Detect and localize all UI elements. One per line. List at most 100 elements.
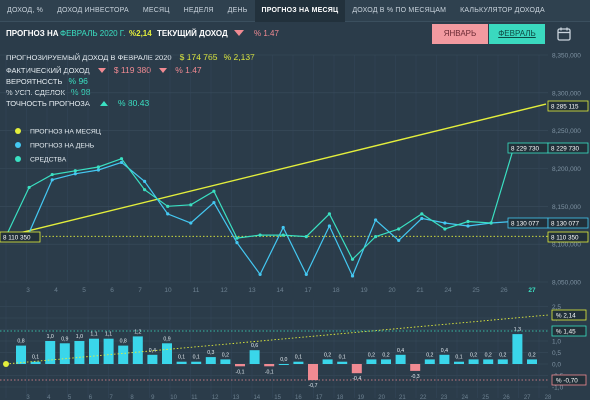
actual-income-value: $ 119 380 <box>113 65 151 75</box>
series-point <box>304 235 308 239</box>
x-tick-label: 14 <box>276 287 284 294</box>
x-tick-label: 9 <box>151 395 155 400</box>
bar-value-label: 0,2 <box>528 352 535 358</box>
x-tick-label: 27 <box>528 287 536 294</box>
x-tick-label: 19 <box>357 395 364 400</box>
bar <box>249 350 260 364</box>
actual-income-pct: % 1.47 <box>175 65 202 75</box>
bar <box>424 359 435 364</box>
legend-marker <box>15 128 21 134</box>
x-tick-label: 17 <box>304 287 312 294</box>
tab-calculator[interactable]: КАЛЬКУЛЯТОР ДОХОДА <box>453 0 552 22</box>
series-point <box>96 168 100 172</box>
value-tag-label: 8 130 077 <box>551 221 580 228</box>
actual-income-label: ФАКТИЧЕСКИЙ ДОХОД <box>6 66 90 75</box>
bar-value-label: 1,0 <box>47 334 54 340</box>
series-point <box>27 231 31 235</box>
value-tag-label: 8 110 350 <box>551 235 579 242</box>
series-point <box>4 234 8 238</box>
x-tick-label: 23 <box>441 395 448 400</box>
bar <box>162 343 172 364</box>
series-point <box>143 188 147 192</box>
value-tag <box>0 231 41 243</box>
february-button[interactable]: ФЕВРАЛЬ <box>489 24 545 44</box>
bar-value-label: 0,1 <box>178 355 185 361</box>
series-point <box>27 185 31 190</box>
tab-month[interactable]: МЕСЯЦ <box>136 0 177 22</box>
bar-value-label: 0,8 <box>17 339 24 345</box>
y-tick-label: 2,5 <box>552 304 561 311</box>
series-point <box>489 221 493 225</box>
value-tag <box>547 142 589 154</box>
bar <box>351 364 362 374</box>
x-tick-label: 18 <box>337 395 344 400</box>
bar <box>395 354 406 364</box>
series-point <box>512 219 516 224</box>
x-tick-label: 17 <box>316 395 323 400</box>
x-tick-label: 21 <box>399 395 406 400</box>
series-point <box>166 204 170 208</box>
forecast-income-row: ПРОГНОЗИРУЕМЫЙ ДОХОД В ФЕВРАЛЕ 2020 $ 17… <box>6 52 255 62</box>
bar <box>337 361 348 364</box>
series-point <box>420 216 424 221</box>
bar <box>366 359 377 364</box>
accuracy-row: ТОЧНОСТЬ ПРОГНОЗА % 80.43 <box>6 98 149 108</box>
accuracy-value: % 80.43 <box>118 98 150 108</box>
january-button[interactable]: ЯНВАРЬ <box>432 24 488 44</box>
y-tick-label: 8,200,000 <box>552 166 581 173</box>
tab-month-forecast[interactable]: ПРОГНОЗ НА МЕСЯЦ <box>254 0 346 22</box>
x-tick-label: 3 <box>26 395 30 400</box>
series-point <box>327 224 331 228</box>
bar-value-label: 0,1 <box>295 355 302 361</box>
value-tag-label: 8 285 115 <box>551 104 579 111</box>
series-point <box>304 272 308 277</box>
series-point <box>258 272 262 277</box>
x-tick-label: 16 <box>295 395 302 400</box>
series-point <box>96 165 100 169</box>
value-tag-label: 8 229 730 <box>511 146 540 153</box>
tab-income-pct[interactable]: ДОХОД, % <box>0 0 50 22</box>
series-line-2 <box>5 161 515 278</box>
series-point <box>235 241 239 245</box>
bar <box>45 341 56 364</box>
down-arrow-icon <box>234 30 244 36</box>
bar <box>147 354 158 364</box>
x-tick-label: 14 <box>253 395 260 400</box>
bar <box>308 364 318 381</box>
legend-marker <box>15 156 21 162</box>
bar <box>278 364 289 365</box>
tab-investor-income[interactable]: ДОХОД ИНВЕСТОРА <box>50 0 136 22</box>
y-tick-label: 0,5 <box>552 350 561 357</box>
deals-value: % 98 <box>71 87 91 97</box>
series-line-1 <box>5 103 547 237</box>
bar-value-label: 1,0 <box>76 334 83 340</box>
series-point <box>443 227 447 231</box>
header-prefix: ПРОГНОЗ НА <box>6 29 59 38</box>
probability-value: % 96 <box>68 76 88 86</box>
series-point <box>50 172 54 177</box>
forecast-income-value: $ 174 765 <box>179 52 218 62</box>
x-tick-label: 13 <box>248 287 256 294</box>
x-tick-label: 20 <box>378 395 385 400</box>
bar <box>527 359 537 364</box>
bar <box>59 343 70 364</box>
bar <box>454 361 464 364</box>
bar <box>293 361 304 364</box>
tab-monthly-pct[interactable]: ДОХОД В % ПО МЕСЯЦАМ <box>345 0 453 22</box>
calendar-icon[interactable] <box>556 26 572 42</box>
value-tag <box>547 217 589 229</box>
bar <box>410 364 421 371</box>
series-point <box>397 227 401 231</box>
tab-day[interactable]: ДЕНЬ <box>221 0 255 22</box>
deals-row: % УСП. СДЕЛОК % 98 <box>6 87 90 97</box>
x-tick-label: 11 <box>191 395 198 400</box>
value-tag-label: 8 110 350 <box>3 235 31 242</box>
y-tick-label: -0,5 <box>552 373 564 380</box>
value-tag <box>547 231 589 243</box>
bar <box>322 359 333 364</box>
tab-week[interactable]: НЕДЕЛЯ <box>177 0 221 22</box>
series-point <box>73 172 77 176</box>
bar-value-label: 0,2 <box>324 352 331 358</box>
value-tag <box>507 142 549 154</box>
series-point <box>281 225 285 230</box>
